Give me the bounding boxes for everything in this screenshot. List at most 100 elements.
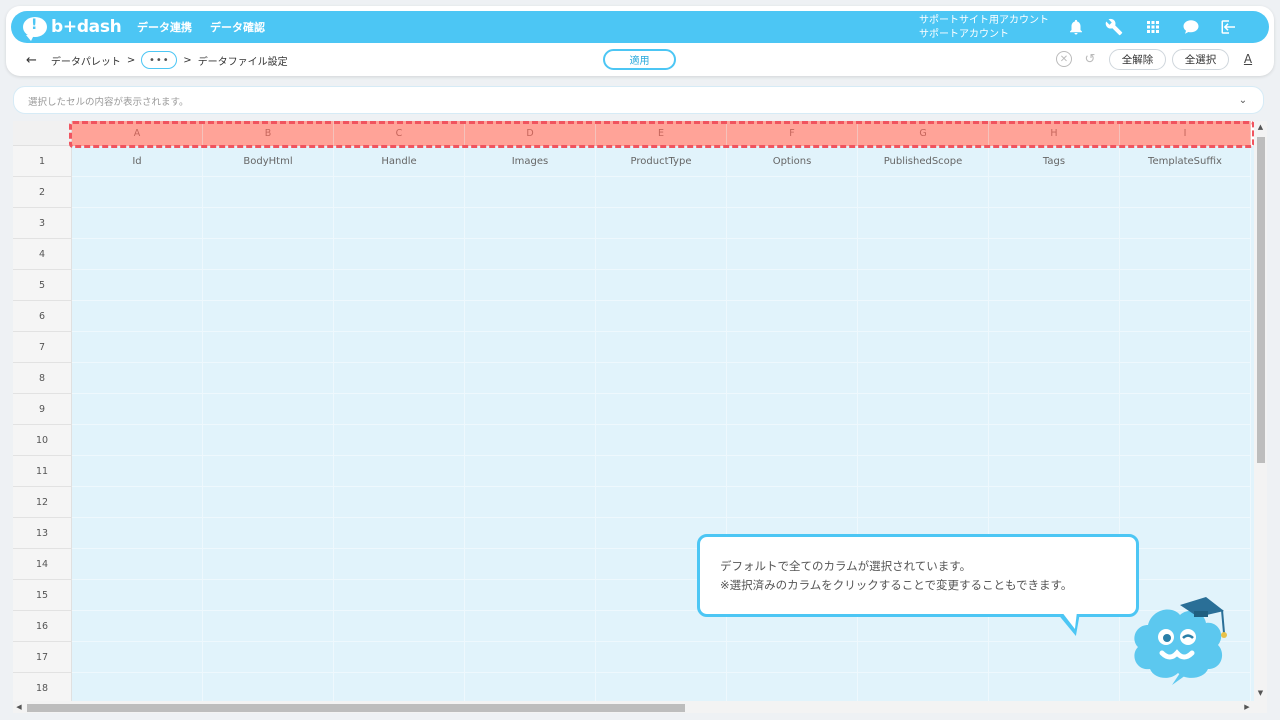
row-header-4[interactable]: 4: [13, 239, 72, 270]
grid-cell[interactable]: [203, 456, 334, 487]
grid-cell[interactable]: [858, 642, 989, 673]
grid-cell[interactable]: [727, 270, 858, 301]
grid-cell[interactable]: [203, 301, 334, 332]
grid-cell[interactable]: [858, 363, 989, 394]
grid-cell[interactable]: Images: [465, 146, 596, 177]
grid-cell[interactable]: [989, 301, 1120, 332]
grid-cell[interactable]: [858, 177, 989, 208]
breadcrumb-item-data-palette[interactable]: データパレット: [51, 53, 121, 68]
grid-cell[interactable]: [72, 611, 203, 642]
grid-cell[interactable]: [596, 394, 727, 425]
grid-cell[interactable]: [72, 177, 203, 208]
grid-cell[interactable]: [727, 394, 858, 425]
grid-cell[interactable]: [334, 642, 465, 673]
grid-cell[interactable]: [465, 270, 596, 301]
grid-cell[interactable]: [72, 580, 203, 611]
row-header-12[interactable]: 12: [13, 487, 72, 518]
grid-cell[interactable]: [72, 270, 203, 301]
grid-cell[interactable]: [727, 332, 858, 363]
font-setting-icon[interactable]: A: [1241, 50, 1255, 68]
grid-cell[interactable]: [989, 487, 1120, 518]
grid-cell[interactable]: [334, 425, 465, 456]
row-header-10[interactable]: 10: [13, 425, 72, 456]
grid-cell[interactable]: [203, 208, 334, 239]
column-header-c[interactable]: C: [334, 121, 465, 146]
grid-cell[interactable]: [465, 301, 596, 332]
row-header-14[interactable]: 14: [13, 549, 72, 580]
grid-cell[interactable]: [989, 177, 1120, 208]
grid-cell[interactable]: [72, 301, 203, 332]
grid-cell[interactable]: [1120, 549, 1251, 580]
grid-cell[interactable]: [203, 363, 334, 394]
row-header-11[interactable]: 11: [13, 456, 72, 487]
grid-cell[interactable]: [334, 394, 465, 425]
grid-cell[interactable]: [203, 239, 334, 270]
grid-cell[interactable]: [203, 394, 334, 425]
grid-cell[interactable]: [727, 239, 858, 270]
grid-cell[interactable]: [858, 487, 989, 518]
grid-cell[interactable]: [727, 673, 858, 704]
grid-cell[interactable]: [465, 580, 596, 611]
grid-cell[interactable]: [465, 642, 596, 673]
grid-cell[interactable]: [596, 301, 727, 332]
grid-cell[interactable]: [858, 332, 989, 363]
grid-cell[interactable]: [72, 456, 203, 487]
grid-cell[interactable]: [858, 208, 989, 239]
scroll-down-icon[interactable]: ▼: [1254, 687, 1267, 699]
grid-cell[interactable]: [596, 673, 727, 704]
grid-cell[interactable]: [72, 642, 203, 673]
grid-cell[interactable]: [989, 394, 1120, 425]
grid-cell[interactable]: Options: [727, 146, 858, 177]
grid-cell[interactable]: [334, 239, 465, 270]
back-arrow-icon[interactable]: ←: [26, 53, 37, 68]
grid-cell[interactable]: [465, 425, 596, 456]
grid-cell[interactable]: [989, 208, 1120, 239]
logo[interactable]: b+dash: [23, 15, 122, 41]
grid-cell[interactable]: [334, 332, 465, 363]
grid-cell[interactable]: [1120, 425, 1251, 456]
vertical-scroll-thumb[interactable]: [1257, 137, 1265, 463]
grid-cell[interactable]: [203, 332, 334, 363]
row-header-6[interactable]: 6: [13, 301, 72, 332]
grid-cell[interactable]: [596, 239, 727, 270]
grid-cell[interactable]: [72, 549, 203, 580]
select-all-button[interactable]: 全選択: [1172, 49, 1229, 70]
grid-cell[interactable]: Tags: [989, 146, 1120, 177]
grid-cell[interactable]: [465, 177, 596, 208]
row-header-5[interactable]: 5: [13, 270, 72, 301]
grid-cell[interactable]: TemplateSuffix: [1120, 146, 1251, 177]
logout-icon[interactable]: [1219, 17, 1239, 37]
grid-cell[interactable]: [989, 425, 1120, 456]
grid-cell[interactable]: [334, 580, 465, 611]
grid-cell[interactable]: [858, 673, 989, 704]
clear-all-button[interactable]: 全解除: [1109, 49, 1166, 70]
grid-cell[interactable]: [727, 208, 858, 239]
grid-cell[interactable]: [989, 642, 1120, 673]
grid-cell[interactable]: [1120, 177, 1251, 208]
grid-cell[interactable]: [1120, 332, 1251, 363]
grid-cell[interactable]: [596, 487, 727, 518]
grid-cell[interactable]: [334, 456, 465, 487]
grid-cell[interactable]: [727, 363, 858, 394]
grid-cell[interactable]: [334, 270, 465, 301]
account-info[interactable]: サポートサイト用アカウント サポートアカウント: [919, 14, 1049, 42]
vertical-scrollbar[interactable]: ▲ ▼: [1254, 121, 1267, 701]
grid-cell[interactable]: [334, 208, 465, 239]
grid-cell[interactable]: [334, 177, 465, 208]
grid-cell[interactable]: [1120, 487, 1251, 518]
grid-cell[interactable]: [858, 301, 989, 332]
grid-cell[interactable]: [1120, 270, 1251, 301]
grid-cell[interactable]: ProductType: [596, 146, 727, 177]
grid-cell[interactable]: Handle: [334, 146, 465, 177]
grid-cell[interactable]: [596, 456, 727, 487]
grid-corner[interactable]: [13, 121, 72, 146]
row-header-15[interactable]: 15: [13, 580, 72, 611]
grid-cell[interactable]: [596, 177, 727, 208]
grid-cell[interactable]: [203, 425, 334, 456]
grid-cell[interactable]: [465, 518, 596, 549]
row-header-3[interactable]: 3: [13, 208, 72, 239]
column-header-i[interactable]: I: [1120, 121, 1251, 146]
grid-cell[interactable]: [858, 425, 989, 456]
grid-cell[interactable]: [334, 611, 465, 642]
grid-cell[interactable]: [596, 642, 727, 673]
